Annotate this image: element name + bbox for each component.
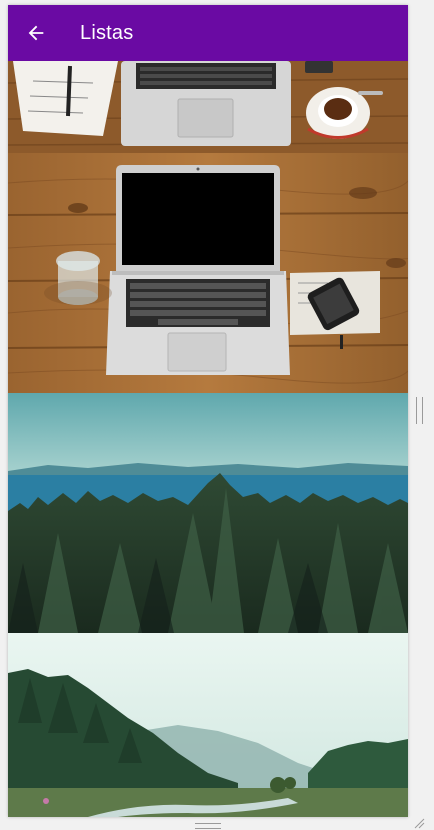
list-item[interactable] xyxy=(8,61,408,153)
arrow-left-icon xyxy=(28,25,44,41)
page-title: Listas xyxy=(80,21,134,44)
side-resize-handle[interactable] xyxy=(416,397,423,424)
list-item[interactable] xyxy=(8,153,408,393)
resize-corner-icon[interactable] xyxy=(413,817,425,829)
list-item[interactable] xyxy=(8,393,408,633)
forest-lake-image xyxy=(8,393,408,633)
back-button[interactable] xyxy=(8,5,64,61)
list-item[interactable] xyxy=(8,633,408,817)
bottom-resize-handle[interactable] xyxy=(195,823,221,829)
app-bar: Listas xyxy=(8,5,408,61)
misty-valley-image xyxy=(8,633,408,817)
app-screen: Listas xyxy=(8,5,408,817)
laptop-desk-image xyxy=(8,153,408,393)
laptop-coffee-image xyxy=(8,61,408,153)
